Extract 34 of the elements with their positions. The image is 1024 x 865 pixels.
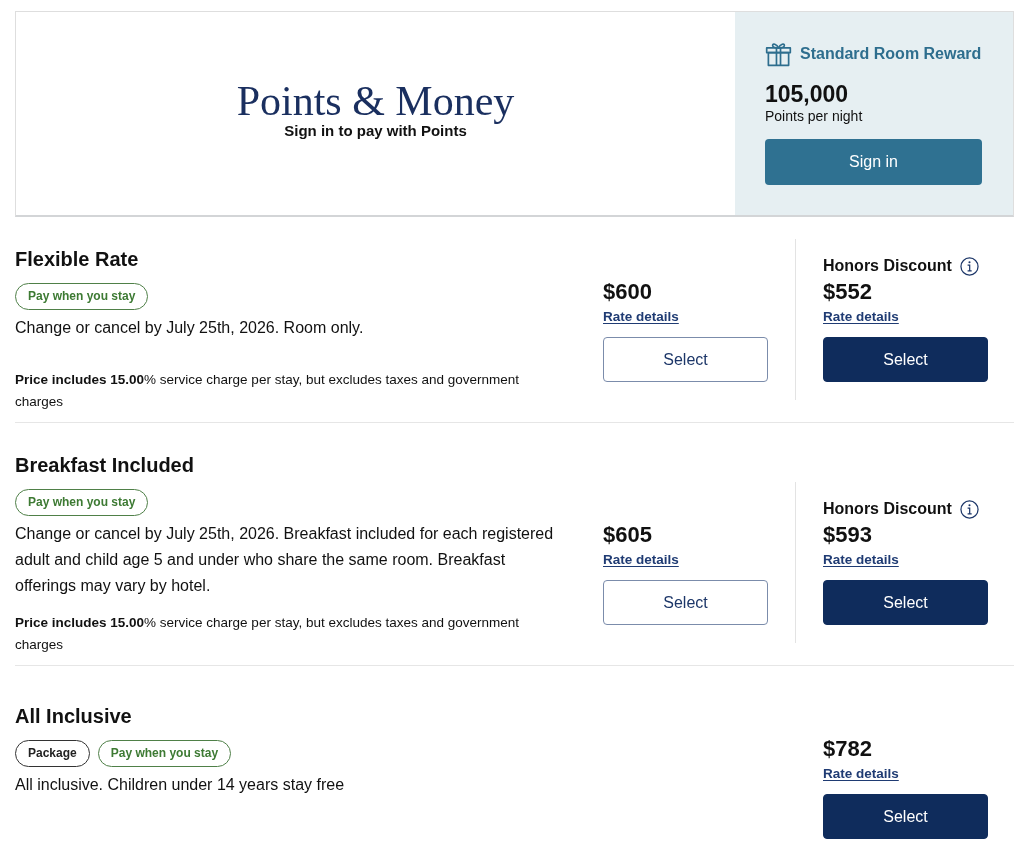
banner-subtitle: Sign in to pay with Points	[284, 122, 467, 141]
select-button[interactable]: Select	[823, 580, 988, 625]
points-caption: Points per night	[765, 107, 864, 125]
select-button[interactable]: Select	[823, 794, 988, 839]
rate-title: All Inclusive	[15, 704, 133, 728]
banner-title: Points & Money	[236, 78, 515, 124]
price-amount: $782	[823, 735, 873, 763]
info-icon[interactable]	[959, 499, 979, 519]
select-button[interactable]: Select	[603, 580, 768, 625]
price-amount: $593	[823, 521, 873, 549]
rate-details-link[interactable]: Rate details	[603, 308, 679, 326]
rate-title: Breakfast Included	[15, 453, 195, 477]
price-note: Price includes 15.00% service charge per stay, but excludes taxes and government charges	[15, 371, 521, 411]
price-amount: $605	[603, 521, 653, 549]
rate-details-link[interactable]: Rate details	[823, 551, 899, 569]
reward-title: Standard Room Reward	[800, 43, 982, 64]
rate-details-link[interactable]: Rate details	[823, 308, 899, 326]
info-icon[interactable]	[959, 256, 979, 276]
rate-details-link[interactable]: Rate details	[823, 765, 899, 783]
price-amount: $552	[823, 278, 873, 306]
discount-heading: Honors Discount	[823, 499, 952, 519]
rate-description: All inclusive. Children under 14 years stay free	[15, 775, 346, 795]
select-button[interactable]: Select	[603, 337, 768, 382]
select-button[interactable]: Select	[823, 337, 988, 382]
sign-in-button[interactable]: Sign in	[765, 139, 982, 185]
rate-details-link[interactable]: Rate details	[603, 551, 679, 569]
rate-title: Flexible Rate	[15, 247, 140, 271]
rate-description: Change or cancel by July 25th, 2026. Breakfast included for each registered adult and child age 5 and under who share the same room. Breakfast offerings may vary by hotel.	[15, 524, 555, 596]
discount-heading: Honors Discount	[823, 256, 952, 276]
price-amount: $600	[603, 278, 653, 306]
gift-icon	[765, 40, 792, 67]
points-value: 105,000	[765, 81, 850, 107]
rate-description: Change or cancel by July 25th, 2026. Room only.	[15, 318, 365, 338]
price-note: Price includes 15.00% service charge per stay, but excludes taxes and government charges	[15, 614, 521, 654]
